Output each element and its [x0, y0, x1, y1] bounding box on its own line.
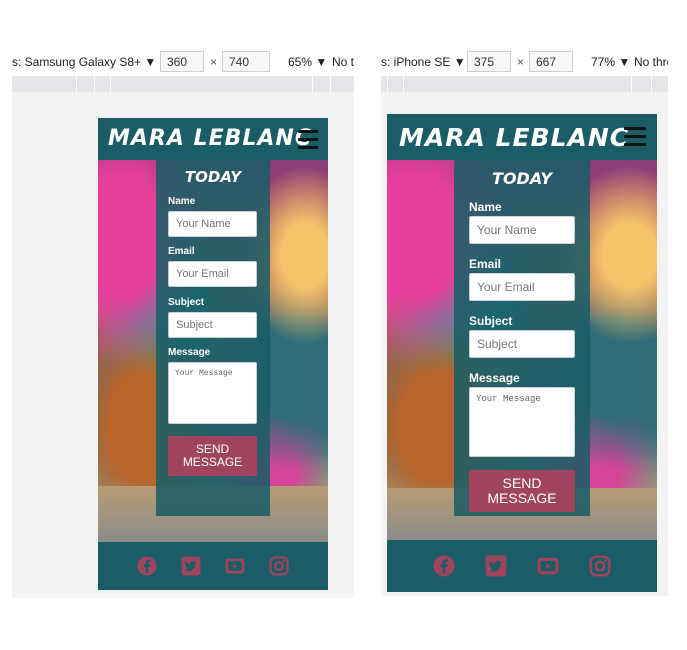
site-logo[interactable]: MARA LEBLANC [399, 123, 629, 152]
devtools-toolbar: s: iPhone SE ▼ 375 × 667 77% ▼ No thro [381, 48, 668, 76]
instagram-icon[interactable] [269, 556, 289, 576]
form-heading: TODAY [184, 168, 242, 186]
site-header: MARA LEBLANC [387, 114, 657, 160]
message-textarea[interactable]: Your Message [469, 387, 575, 457]
send-message-button[interactable]: SEND MESSAGE [469, 470, 575, 512]
instagram-icon[interactable] [589, 555, 611, 577]
media-query-ruler [381, 76, 668, 92]
menu-icon[interactable] [298, 130, 318, 154]
site-footer [98, 542, 328, 590]
height-input[interactable]: 740 [222, 51, 270, 72]
contact-form: TODAY Name Your Name Email Your Email Su… [156, 160, 270, 516]
device-preview-left: s: Samsung Galaxy S8+ ▼ 360 × 740 65% ▼ … [12, 48, 354, 598]
facebook-icon[interactable] [433, 555, 455, 577]
twitter-icon[interactable] [181, 556, 201, 576]
message-label: Message [469, 371, 520, 385]
dimension-separator: × [210, 55, 218, 69]
message-textarea[interactable]: Your Message [168, 362, 257, 424]
form-heading: TODAY [492, 169, 552, 188]
name-label: Name [168, 196, 196, 207]
device-select[interactable]: s: Samsung Galaxy S8+ ▼ [12, 55, 156, 69]
name-input[interactable]: Your Name [469, 216, 575, 244]
menu-icon[interactable] [624, 127, 646, 151]
youtube-icon[interactable] [225, 556, 245, 576]
email-label: Email [168, 246, 195, 257]
throttle-select[interactable]: No th [332, 55, 354, 69]
twitter-icon[interactable] [485, 555, 507, 577]
contact-form: TODAY Name Your Name Email Your Email Su… [454, 160, 590, 516]
email-input[interactable]: Your Email [168, 261, 257, 287]
devtools-toolbar: s: Samsung Galaxy S8+ ▼ 360 × 740 65% ▼ … [12, 48, 354, 76]
device-select[interactable]: s: iPhone SE ▼ [381, 55, 466, 69]
email-input[interactable]: Your Email [469, 273, 575, 301]
zoom-select[interactable]: 77% ▼ [591, 55, 630, 69]
site-header: MARA LEBLANC [98, 118, 328, 160]
width-input[interactable]: 375 [467, 51, 511, 72]
email-label: Email [469, 257, 502, 271]
media-query-ruler [12, 76, 354, 92]
site-preview: MARA LEBLANC TODAY Name Your Name Email … [387, 114, 657, 592]
subject-label: Subject [168, 297, 205, 308]
site-logo[interactable]: MARA LEBLANC [108, 126, 312, 151]
youtube-icon[interactable] [537, 555, 559, 577]
facebook-icon[interactable] [137, 556, 157, 576]
zoom-select[interactable]: 65% ▼ [288, 55, 327, 69]
throttle-select[interactable]: No thro [634, 55, 668, 69]
subject-input[interactable]: Subject [168, 312, 257, 338]
width-input[interactable]: 360 [160, 51, 204, 72]
dimension-separator: × [517, 55, 525, 69]
device-preview-right: s: iPhone SE ▼ 375 × 667 77% ▼ No thro M… [381, 48, 668, 596]
send-message-button[interactable]: SEND MESSAGE [168, 436, 257, 476]
subject-input[interactable]: Subject [469, 330, 575, 358]
site-footer [387, 540, 657, 592]
site-preview: MARA LEBLANC TODAY Name Your Name Email … [98, 118, 328, 590]
message-label: Message [168, 347, 211, 358]
height-input[interactable]: 667 [529, 51, 573, 72]
subject-label: Subject [469, 314, 513, 328]
name-label: Name [469, 200, 502, 214]
name-input[interactable]: Your Name [168, 211, 257, 237]
